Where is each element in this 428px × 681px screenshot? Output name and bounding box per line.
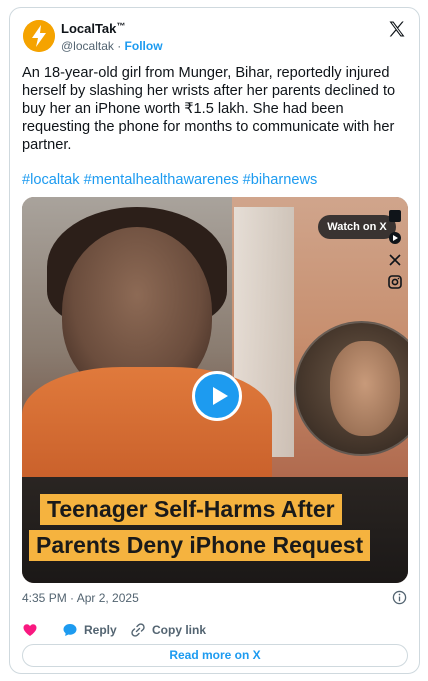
copy-link-button[interactable]: Copy link bbox=[130, 620, 206, 640]
video-thumbnail[interactable]: Teenager Self-Harms After Parents Deny i… bbox=[22, 197, 408, 583]
info-icon[interactable] bbox=[392, 590, 407, 605]
separator-dot: · bbox=[113, 39, 125, 53]
reply-button[interactable]: Reply bbox=[62, 620, 117, 640]
headline-line-1: Teenager Self-Harms After bbox=[40, 494, 342, 525]
avatar[interactable] bbox=[23, 20, 55, 52]
watch-on-x-button[interactable]: Watch on X bbox=[318, 215, 396, 239]
play-button[interactable] bbox=[192, 371, 242, 421]
follow-button[interactable]: Follow bbox=[125, 39, 163, 53]
inset-face bbox=[330, 341, 400, 436]
reply-bubble-icon bbox=[63, 624, 77, 636]
author-name-row[interactable]: LocalTak™ bbox=[61, 21, 125, 36]
instagram-icon bbox=[388, 275, 402, 289]
timestamp[interactable]: 4:35 PM · Apr 2, 2025 bbox=[22, 591, 139, 605]
author-name[interactable]: LocalTak bbox=[61, 21, 116, 36]
heart-icon bbox=[23, 624, 37, 636]
author-handle[interactable]: @localtak bbox=[61, 39, 114, 53]
x-logo-icon[interactable] bbox=[387, 19, 407, 39]
side-icon-stack bbox=[388, 209, 404, 297]
trademark-mark: ™ bbox=[116, 21, 126, 31]
author-handle-row: @localtak · Follow bbox=[61, 39, 163, 53]
headline-line-2: Parents Deny iPhone Request bbox=[29, 530, 371, 561]
play-circle-icon bbox=[389, 232, 401, 244]
crossed-icon bbox=[389, 254, 401, 266]
lightning-bolt-icon bbox=[23, 20, 55, 52]
read-more-button[interactable]: Read more on X bbox=[22, 644, 408, 667]
play-icon bbox=[213, 387, 228, 405]
tweet-text: An 18-year-old girl from Munger, Bihar, … bbox=[22, 65, 396, 153]
tweet-card: LocalTak™ @localtak · Follow An 18-year-… bbox=[9, 7, 420, 674]
tweet-hashtags[interactable]: #localtak #mentalhealthawarenes #biharne… bbox=[22, 171, 414, 189]
link-icon bbox=[131, 623, 145, 637]
reply-label: Reply bbox=[84, 623, 117, 637]
black-square-icon bbox=[389, 210, 401, 222]
copy-link-label: Copy link bbox=[152, 623, 207, 637]
like-button[interactable] bbox=[22, 620, 44, 640]
